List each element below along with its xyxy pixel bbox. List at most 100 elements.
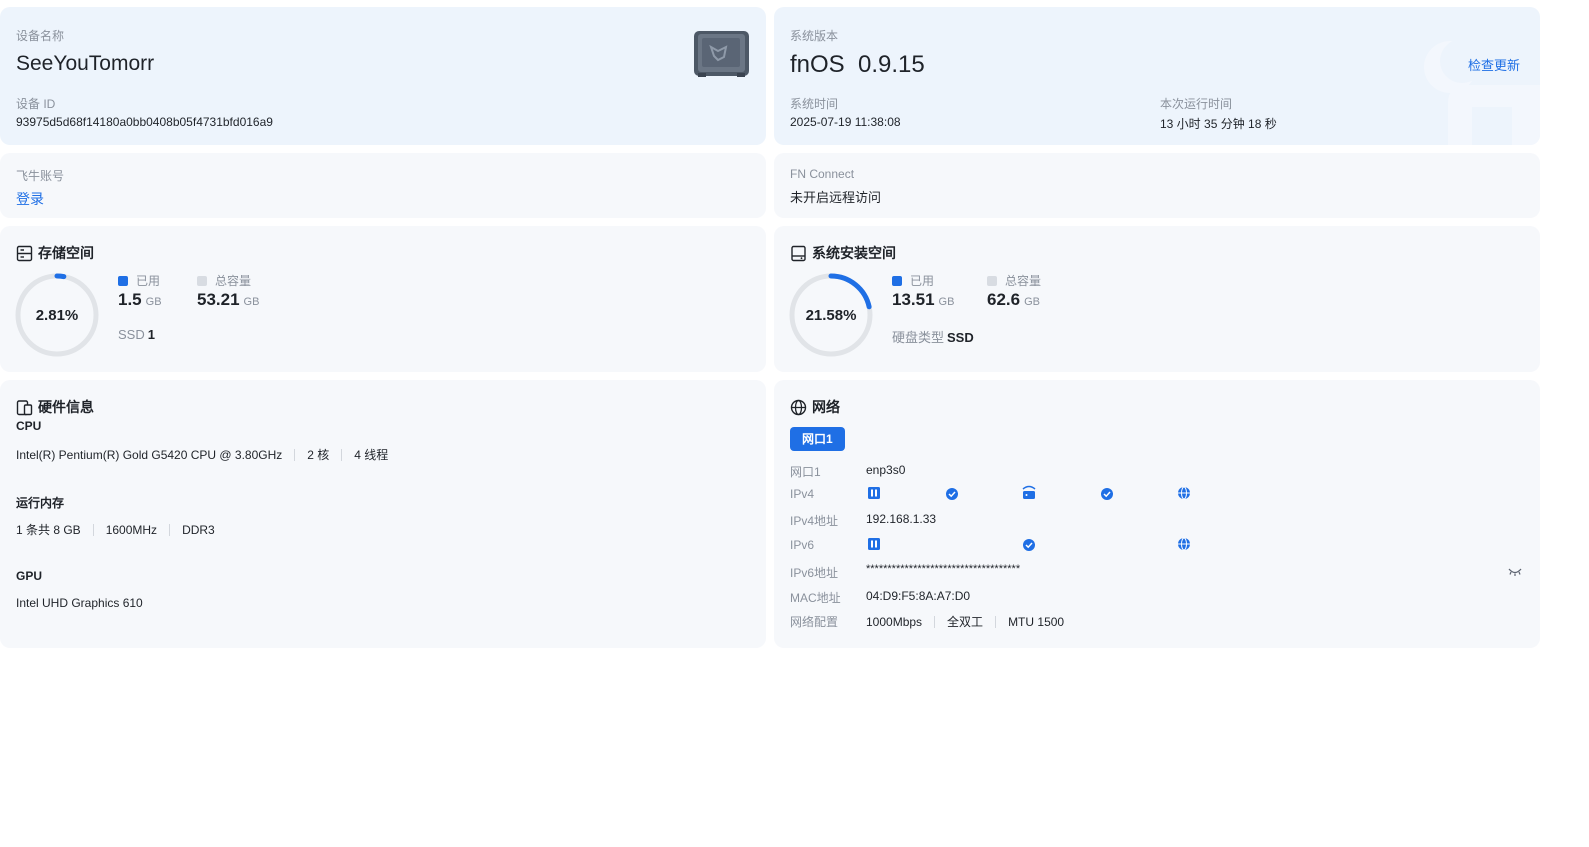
account-label: 飞牛账号 [16, 169, 65, 183]
uptime-label: 本次运行时间 [1160, 97, 1233, 111]
check-icon [946, 488, 958, 500]
gpu-model: Intel UHD Graphics 610 [16, 596, 143, 610]
storage-ssd-count: SSD 1 [118, 327, 155, 342]
hardware-title-text: 硬件信息 [38, 399, 94, 415]
sys-storage-title: 系统安装空间 [790, 243, 896, 263]
login-link[interactable]: 登录 [16, 189, 44, 209]
check-icon [1023, 539, 1035, 551]
storage-used-value: 1.5 GB [118, 290, 162, 309]
device-name-label: 设备名称 [16, 29, 65, 43]
sys-storage-disk-type: 硬盘类型 SSD [892, 330, 974, 345]
check-update-link[interactable]: 检查更新 [1468, 55, 1520, 74]
cpu-info: Intel(R) Pentium(R) Gold G5420 CPU @ 3.8… [16, 446, 388, 463]
sys-storage-used-value: 13.51 GB [892, 290, 955, 309]
nas-device-icon [694, 31, 749, 77]
cpu-model: Intel(R) Pentium(R) Gold G5420 CPU @ 3.8… [16, 447, 283, 462]
port-name: enp3s0 [866, 463, 906, 477]
nas-node-icon [868, 538, 880, 550]
ipv4-address: 192.168.1.33 [866, 512, 937, 526]
internet-globe-icon [1178, 486, 1190, 500]
hardware-card: 硬件信息 CPU Intel(R) Pentium(R) Gold G5420 … [0, 380, 766, 648]
sys-storage-used-legend: 已用 [892, 272, 934, 289]
sys-storage-total-legend: 总容量 [987, 272, 1041, 289]
storage-card: 存储空间 2.81% 已用 1.5 GB 总容量 53.21 GB SSD 1 [0, 226, 766, 372]
system-time: 2025-07-19 11:38:08 [790, 115, 901, 129]
sys-storage-percent: 21.58% [805, 306, 857, 324]
divider [294, 448, 296, 461]
storage-title-text: 存储空间 [38, 245, 94, 261]
connect-label: FN Connect [790, 167, 855, 181]
uptime: 13 小时 35 分钟 18 秒 [1160, 117, 1277, 131]
memory-type: DDR3 [182, 522, 215, 537]
ipv4-address-label: IPv4地址 [790, 514, 839, 528]
ipv4-label: IPv4 [790, 487, 815, 501]
internet-globe-icon [1178, 537, 1190, 551]
memory-label: 运行内存 [16, 496, 65, 510]
divider [341, 448, 343, 461]
ipv6-connection-path [868, 537, 1190, 551]
nas-node-icon [868, 487, 880, 499]
network-title: 网络 [790, 397, 840, 417]
system-version-label: 系统版本 [790, 29, 839, 43]
gpu-info: Intel UHD Graphics 610 [16, 596, 143, 610]
sys-storage-title-text: 系统安装空间 [812, 245, 896, 261]
used-square [892, 275, 902, 286]
hardware-title: 硬件信息 [16, 397, 94, 417]
divider [995, 615, 997, 628]
link-speed: 1000Mbps [866, 614, 923, 629]
system-card: 系统版本 fnOS 0.9.15 检查更新 系统时间 2025-07-19 11… [774, 7, 1540, 145]
ipv6-address: ************************************ [866, 563, 1021, 575]
device-id: 93975d5d68f14180a0bb0408b05f4731bfd016a9 [16, 115, 273, 129]
eye-closed-icon[interactable] [1507, 566, 1523, 578]
total-square [197, 275, 207, 286]
cpu-threads: 4 线程 [354, 448, 389, 462]
cpu-label: CPU [16, 419, 42, 433]
divider [169, 523, 171, 536]
system-version-os: fnOS [790, 51, 845, 78]
network-title-text: 网络 [812, 399, 840, 415]
gpu-label: GPU [16, 569, 43, 583]
connect-status: 未开启远程访问 [790, 190, 882, 205]
ipv6-address-label: IPv6地址 [790, 566, 839, 580]
storage-used-legend: 已用 [118, 272, 160, 289]
disk-icon [791, 245, 806, 261]
ipv4-connection-path [868, 485, 1190, 500]
memory-modules: 1 条共 8 GB [16, 523, 81, 537]
device-card: 设备名称 SeeYouTomorr 设备 ID 93975d5d68f14180… [0, 7, 766, 145]
divider [934, 615, 936, 628]
device-id-label: 设备 ID [16, 97, 56, 111]
network-config: 1000Mbps 全双工 MTU 1500 [866, 613, 1064, 630]
mac-label: MAC地址 [790, 591, 841, 605]
port-label: 网口1 [790, 465, 821, 479]
system-time-label: 系统时间 [790, 97, 839, 111]
router-icon [1022, 485, 1036, 499]
fnos-watermark-icon [1424, 39, 1540, 145]
cpu-cores: 2 核 [307, 448, 330, 462]
check-icon [1101, 488, 1113, 500]
network-card: 网络 网口1 网口1 enp3s0 IPv4 IPv4地址 192.168.1.… [774, 380, 1540, 648]
storage-title: 存储空间 [16, 243, 94, 263]
globe-icon [790, 399, 807, 415]
memory-speed: 1600MHz [105, 522, 158, 537]
mac-address: 04:D9:F5:8A:A7:D0 [866, 589, 971, 603]
ipv6-label: IPv6 [790, 538, 815, 552]
mtu: MTU 1500 [1008, 614, 1065, 629]
storage-icon [16, 245, 33, 261]
used-square [118, 275, 128, 286]
storage-percent: 2.81% [35, 306, 79, 324]
hardware-icon [16, 399, 33, 415]
tab-port-1[interactable]: 网口1 [790, 427, 845, 451]
sys-storage-card: 系统安装空间 21.58% 已用 13.51 GB 总容量 62.6 GB 硬盘类型… [774, 226, 1540, 372]
network-config-label: 网络配置 [790, 615, 839, 629]
sys-storage-total-value: 62.6 GB [987, 290, 1040, 309]
account-card: 飞牛账号 登录 [0, 153, 766, 218]
divider [92, 523, 94, 536]
storage-total-legend: 总容量 [197, 272, 251, 289]
storage-total-value: 53.21 GB [197, 290, 260, 309]
duplex-mode: 全双工 [947, 615, 984, 629]
system-version-number: 0.9.15 [858, 51, 925, 78]
connect-card: FN Connect 未开启远程访问 [774, 153, 1540, 218]
memory-info: 1 条共 8 GB 1600MHz DDR3 [16, 521, 215, 538]
device-name: SeeYouTomorr [16, 52, 155, 75]
total-square [987, 275, 997, 286]
